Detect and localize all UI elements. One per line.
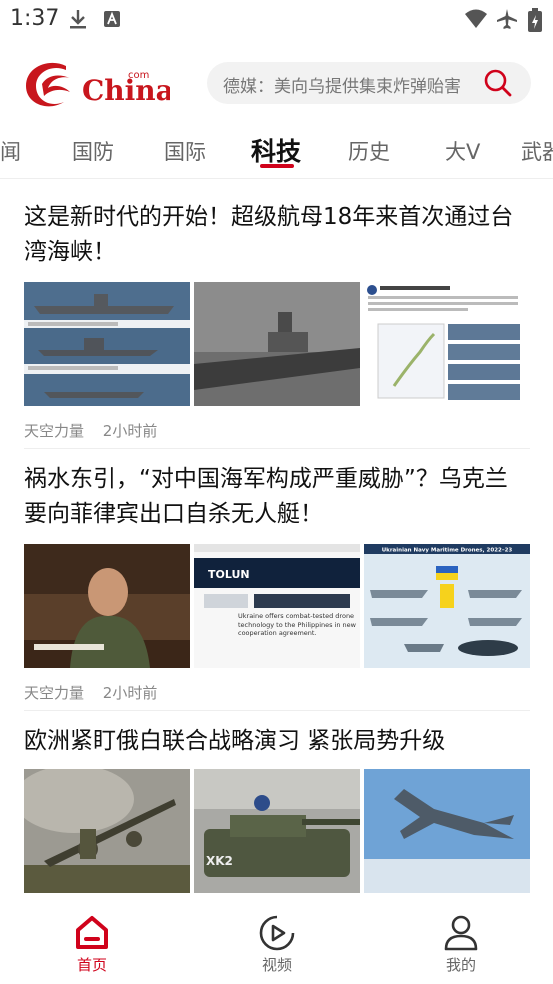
tab-international[interactable]: 国际 <box>164 136 206 166</box>
article-thumbnail[interactable] <box>24 544 190 668</box>
nav-video[interactable]: 视频 <box>237 914 317 975</box>
article-thumbnail[interactable] <box>194 282 360 406</box>
status-time: 1:37 <box>10 6 60 31</box>
home-icon <box>76 916 108 949</box>
article-source: 天空力量 <box>24 422 85 440</box>
tab-news[interactable]: 闻 <box>0 136 21 166</box>
search-bar[interactable]: 德媒：美向乌提供集束炸弹贻害 <box>207 62 531 104</box>
article-thumbnail[interactable] <box>24 282 190 406</box>
article-meta: 天空力量 2小时前 <box>24 682 530 703</box>
battery-icon <box>528 8 542 36</box>
app-notification-icon <box>102 8 122 34</box>
news-item[interactable]: 祸水东引，“对中国海军构成严重威胁”？乌克兰要向菲律宾出口自杀无人艇！ TOLU… <box>24 462 530 703</box>
app-header: China com 德媒：美向乌提供集束炸弹贻害 <box>0 50 553 120</box>
article-thumbnail[interactable] <box>24 769 190 893</box>
article-time: 2小时前 <box>102 422 158 440</box>
article-title[interactable]: 祸水东引，“对中国海军构成严重威胁”？乌克兰要向菲律宾出口自杀无人艇！ <box>24 462 530 532</box>
article-title[interactable]: 欧洲紧盯俄白联合战略演习 紧张局势升级 <box>24 724 530 759</box>
divider <box>24 710 530 711</box>
user-icon <box>444 915 478 951</box>
article-thumbnail[interactable]: Ukrainian Navy Maritime Drones, 2022–23 <box>364 544 530 668</box>
search-placeholder: 德媒：美向乌提供集束炸弹贻害 <box>223 77 461 97</box>
article-meta: 天空力量 2小时前 <box>24 420 530 441</box>
video-play-icon <box>259 915 295 951</box>
wifi-icon <box>464 8 488 34</box>
article-thumbnail[interactable]: TOLUN Ukraine offers combat-tested drone… <box>194 544 360 668</box>
status-bar: 1:37 <box>0 0 553 38</box>
tab-weapons[interactable]: 武器 <box>521 136 553 166</box>
divider <box>24 448 530 449</box>
article-thumbnail[interactable] <box>364 282 530 406</box>
nav-profile-label: 我的 <box>445 956 476 974</box>
tab-history[interactable]: 历史 <box>348 136 390 166</box>
thumb-tank-label: XK2 <box>206 854 233 868</box>
active-tab-indicator <box>260 164 294 168</box>
article-thumbnail[interactable]: XK2 <box>194 769 360 893</box>
logo-text: China <box>82 74 170 107</box>
thumb-infographic-title: Ukrainian Navy Maritime Drones, 2022–23 <box>382 548 513 554</box>
news-item[interactable]: 这是新时代的开始！超级航母18年来首次通过台湾海峡！ 天空力量 2小时前 <box>24 200 530 441</box>
tab-defense[interactable]: 国防 <box>72 136 114 166</box>
nav-video-label: 视频 <box>261 956 292 974</box>
category-tabs: 闻 国防 国际 科技 历史 大V 武器 <box>0 128 553 179</box>
thumb-brand-text: TOLUN <box>208 568 250 581</box>
article-thumbnail[interactable] <box>364 769 530 893</box>
tab-big-v[interactable]: 大V <box>445 136 480 166</box>
thumb-headline-text: Ukraine offers combat-tested drone techn… <box>238 612 356 637</box>
nav-home-label: 首页 <box>76 956 107 974</box>
article-title[interactable]: 这是新时代的开始！超级航母18年来首次通过台湾海峡！ <box>24 200 530 270</box>
news-item[interactable]: 欧洲紧盯俄白联合战略演习 紧张局势升级 XK2 <box>24 724 530 893</box>
nav-home[interactable]: 首页 <box>52 914 132 975</box>
article-time: 2小时前 <box>102 684 158 702</box>
article-source: 天空力量 <box>24 684 85 702</box>
bottom-navigation: 首页 视频 我的 <box>0 900 553 984</box>
china-com-logo[interactable]: China com <box>20 56 174 112</box>
download-icon <box>68 8 88 34</box>
search-icon[interactable] <box>483 68 513 102</box>
nav-profile[interactable]: 我的 <box>421 914 501 975</box>
airplane-mode-icon <box>496 8 518 34</box>
tab-technology[interactable]: 科技 <box>251 132 301 168</box>
logo-sup: com <box>128 70 149 81</box>
